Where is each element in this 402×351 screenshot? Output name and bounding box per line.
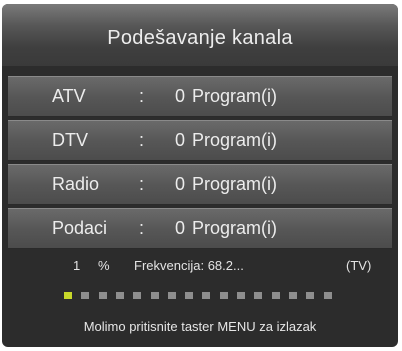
row-colon: : (139, 86, 145, 106)
row-label-atv: ATV (52, 86, 86, 106)
progress-segment-empty (81, 292, 90, 299)
row-unit: Program(i) (192, 86, 278, 106)
progress-segment-empty (288, 292, 297, 299)
row-radio: Radio : 0 Program(i) (8, 164, 392, 205)
scan-percent-symbol: % (98, 258, 110, 273)
progress-segment-empty (150, 292, 159, 299)
scan-frequency: Frekvencija: 68.2... (134, 258, 244, 273)
progress-segment-filled (64, 292, 72, 299)
progress-segment-empty (306, 292, 315, 299)
channel-scan-dialog: Podešavanje kanala ATV : 0 Program(i) DT… (2, 4, 398, 347)
exit-hint: Molimo pritisnite taster MENU za izlazak (83, 319, 317, 334)
row-unit: Program(i) (192, 218, 278, 238)
progress-segment-empty (271, 292, 280, 299)
progress-segment-empty (167, 292, 176, 299)
scan-percent-value: 1 (73, 258, 81, 273)
dialog-title-bar: Podešavanje kanala (2, 4, 398, 66)
row-count-dtv: 0 (175, 130, 186, 150)
row-colon: : (139, 174, 145, 194)
progress-segment-empty (133, 292, 142, 299)
scan-progress-bar (64, 292, 344, 300)
row-count-data: 0 (175, 218, 186, 238)
row-colon: : (139, 130, 145, 150)
progress-segment-empty (323, 292, 332, 299)
progress-segment-empty (237, 292, 245, 299)
row-unit: Program(i) (192, 130, 278, 150)
row-count-radio: 0 (175, 174, 186, 194)
progress-segment-empty (115, 292, 124, 299)
row-label-data: Podaci (52, 218, 108, 238)
progress-segment-empty (98, 292, 107, 299)
row-atv: ATV : 0 Program(i) (8, 76, 392, 117)
progress-segment-empty (219, 292, 228, 299)
row-colon: : (139, 218, 145, 238)
row-dtv: DTV : 0 Program(i) (8, 120, 392, 161)
progress-segment-empty (185, 292, 194, 299)
row-label-radio: Radio (52, 174, 100, 194)
row-data: Podaci : 0 Program(i) (8, 208, 392, 249)
dialog-title: Podešavanje kanala (107, 26, 293, 49)
scan-mode: (TV) (346, 258, 372, 273)
scan-status-line: 1 % Frekvencija: 68.2... (TV) (2, 254, 398, 276)
progress-segment-empty (202, 292, 211, 299)
row-count-atv: 0 (175, 86, 186, 106)
progress-segment-empty (254, 292, 263, 299)
row-unit: Program(i) (192, 174, 278, 194)
row-label-dtv: DTV (52, 130, 88, 150)
